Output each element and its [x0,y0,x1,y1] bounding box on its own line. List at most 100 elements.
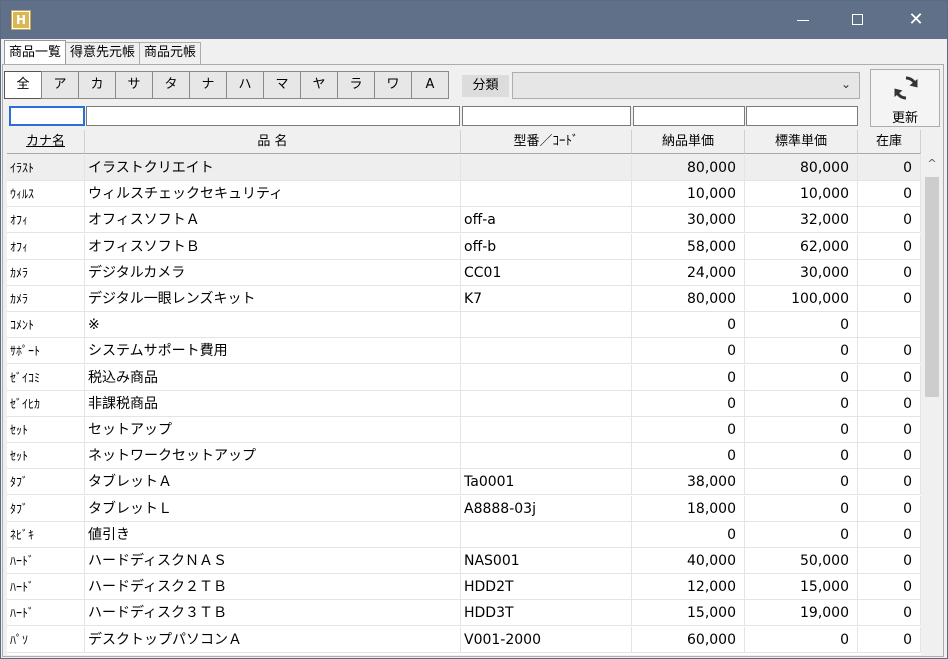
scroll-up-icon[interactable]: ^ [922,155,942,173]
kana-button-ra[interactable]: ラ [337,71,375,99]
minimize-button[interactable] [781,1,827,39]
standard-price-cell: 0 [745,469,858,496]
table-row[interactable]: ﾊｰﾄﾞ ハードディスクＮＡＳ NAS001 40,000 50,000 0 [7,548,921,574]
stock-cell: 0 [858,390,921,417]
delivery-price-cell: 15,000 [632,600,745,627]
kana-button-ta[interactable]: タ [152,71,190,99]
code-cell [461,417,632,443]
standard-price-filter-input[interactable] [746,106,858,126]
name-cell: デジタル一眼レンズキット [85,286,461,312]
standard-price-cell: 0 [745,495,858,522]
kana-cell: ｵﾌｨ [7,233,85,260]
refresh-button[interactable]: 更新 [870,69,940,127]
delivery-price-cell: 24,000 [632,259,745,286]
kana-button-all[interactable]: 全 [4,71,42,99]
stock-cell: 0 [858,286,921,312]
name-cell: ハードディスク３ＴＢ [85,600,461,627]
kana-cell: ｳｨﾙｽ [7,181,85,208]
table-row[interactable]: ｾﾞｲｺﾐ 税込み商品 0 0 0 [7,364,921,391]
kana-cell: ﾈﾋﾞｷ [7,521,85,548]
kana-cell: ﾀﾌﾞ [7,469,85,496]
stock-cell: 0 [858,469,921,496]
code-cell [461,364,632,391]
code-cell: HDD2T [461,574,632,601]
title-bar: H ✕ [1,1,947,39]
kana-cell: ｾｯﾄ [7,443,85,470]
stock-cell: 0 [858,233,921,260]
standard-price-cell: 19,000 [745,600,858,627]
kana-button-sa[interactable]: サ [115,71,153,99]
table-row[interactable]: ｳｨﾙｽ ウィルスチェックセキュリティ 10,000 10,000 0 [7,181,921,208]
table-row[interactable]: ｵﾌｨ オフィスソフトＡ off-a 30,000 32,000 0 [7,207,921,234]
close-button[interactable]: ✕ [893,1,939,39]
code-cell [461,155,632,181]
tab-item-ledger[interactable]: 商品元帳 [139,42,202,64]
table-row[interactable]: ｲﾗｽﾄ イラストクリエイト 80,000 80,000 0 [7,155,921,181]
kana-cell: ﾊｰﾄﾞ [7,574,85,601]
refresh-label: 更新 [891,111,918,126]
kana-button-alpha[interactable]: A [411,71,449,99]
kana-button-na[interactable]: ナ [189,71,227,99]
delivery-price-filter-input[interactable] [633,106,745,126]
scroll-thumb[interactable] [925,177,939,397]
standard-price-cell: 0 [745,312,858,339]
column-header-code[interactable]: 型番／ｺｰﾄﾞ [461,130,632,154]
kana-filter-input[interactable] [9,106,85,126]
name-cell: ハードディスク２ＴＢ [85,574,461,601]
code-cell [461,312,632,339]
delivery-price-cell: 10,000 [632,181,745,208]
kana-button-ka[interactable]: カ [78,71,116,99]
column-header-delivery-price[interactable]: 納品単価 [632,130,745,154]
table-row[interactable]: ｾﾞｲﾋｶ 非課税商品 0 0 0 [7,390,921,417]
table-row[interactable]: ｵﾌｨ オフィスソフトＢ off-b 58,000 62,000 0 [7,233,921,260]
kana-cell: ｶﾒﾗ [7,286,85,312]
maximize-button[interactable] [835,1,881,39]
name-cell: ※ [85,312,461,339]
column-header-standard-price[interactable]: 標準単価 [745,130,858,154]
column-header-name[interactable]: 品 名 [85,130,461,154]
kana-button-ma[interactable]: マ [263,71,301,99]
vertical-scrollbar[interactable]: ^ [922,155,942,655]
table-row[interactable]: ｾｯﾄ ネットワークセットアップ 0 0 0 [7,443,921,470]
code-cell: NAS001 [461,548,632,574]
table-row[interactable]: ﾀﾌﾞ タブレットＡ Ta0001 38,000 0 0 [7,469,921,496]
kana-button-a[interactable]: ア [41,71,79,99]
delivery-price-cell: 40,000 [632,548,745,574]
code-cell: HDD3T [461,600,632,627]
table-row[interactable]: ﾊｰﾄﾞ ハードディスク３ＴＢ HDD3T 15,000 19,000 0 [7,600,921,627]
stock-cell: 0 [858,207,921,234]
table-row[interactable]: ｾｯﾄ セットアップ 0 0 0 [7,417,921,443]
kana-cell: ｶﾒﾗ [7,259,85,286]
standard-price-cell: 50,000 [745,548,858,574]
table-row[interactable]: ﾊﾟｿ デスクトップパソコンＡ V001-2000 60,000 0 0 [7,626,921,653]
table-row[interactable]: ｶﾒﾗ デジタル一眼レンズキット K7 80,000 100,000 0 [7,286,921,312]
table-row[interactable]: ｶﾒﾗ デジタルカメラ CC01 24,000 30,000 0 [7,259,921,286]
column-header-kana[interactable]: カナ名 [7,130,85,154]
table-row[interactable]: ﾈﾋﾞｷ 値引き 0 0 0 [7,521,921,548]
category-select[interactable]: ⌄ [512,72,860,99]
column-header-stock[interactable]: 在庫 [858,130,921,154]
delivery-price-cell: 18,000 [632,495,745,522]
table-row[interactable]: ﾀﾌﾞ タブレットＬ A8888-03j 18,000 0 0 [7,495,921,522]
name-cell: デジタルカメラ [85,259,461,286]
name-cell: オフィスソフトＡ [85,207,461,234]
table-row[interactable]: ｻﾎﾟｰﾄ システムサポート費用 0 0 0 [7,338,921,365]
delivery-price-cell: 0 [632,390,745,417]
app-icon: H [11,10,31,30]
name-cell: タブレットＬ [85,495,461,522]
tab-item-list[interactable]: 商品一覧 [4,40,67,64]
kana-button-ha[interactable]: ハ [226,71,264,99]
table-row[interactable]: ｺﾒﾝﾄ ※ 0 0 [7,312,921,339]
code-cell: off-b [461,233,632,260]
code-filter-input[interactable] [462,106,631,126]
kana-button-ya[interactable]: ヤ [300,71,338,99]
kana-button-wa[interactable]: ワ [374,71,412,99]
code-cell [461,443,632,470]
standard-price-cell: 10,000 [745,181,858,208]
tab-customer-ledger[interactable]: 得意先元帳 [65,42,141,64]
kana-cell: ﾊｰﾄﾞ [7,548,85,574]
name-filter-input[interactable] [86,106,460,126]
name-cell: 非課税商品 [85,390,461,417]
table-row[interactable]: ﾊｰﾄﾞ ハードディスク２ＴＢ HDD2T 12,000 15,000 0 [7,574,921,601]
standard-price-cell: 32,000 [745,207,858,234]
